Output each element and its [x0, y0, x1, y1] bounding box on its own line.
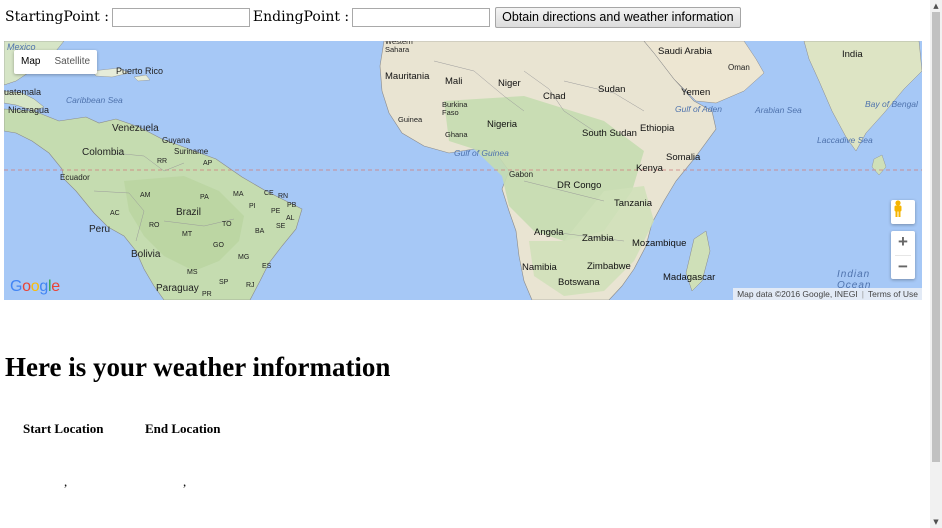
map-label-angola: Angola [534, 227, 564, 238]
map-label-suriname: Suriname [174, 147, 209, 156]
end-location-header: End Location [145, 421, 221, 436]
map-label-pe-state: PE [271, 208, 281, 215]
map-label-pb: PB [287, 202, 297, 209]
map-label-al: AL [286, 215, 295, 222]
map-label-brazil: Brazil [176, 207, 202, 218]
map-label-pr: PR [202, 291, 212, 298]
map-label-chad: Chad [543, 91, 566, 102]
end-location-value: , [183, 474, 187, 489]
scroll-down-arrow-icon[interactable]: ▼ [930, 516, 942, 528]
map-label-ac: AC [110, 210, 120, 217]
directions-form: StartingPoint : EndingPoint : Obtain dir… [5, 6, 741, 28]
scrollbar-thumb[interactable] [932, 12, 940, 462]
map-label-gulf-of-guinea: Gulf of Guinea [454, 148, 509, 158]
map-label-sudan: Sudan [598, 84, 626, 95]
vertical-scrollbar[interactable]: ▲ ▼ [930, 0, 942, 528]
starting-point-input[interactable] [111, 7, 250, 27]
map-label-rr: RR [157, 158, 168, 165]
map-label-rj: RJ [246, 282, 255, 289]
map-label-kenya: Kenya [636, 163, 663, 174]
map-label-gabon: Gabon [509, 170, 534, 179]
map-label-to: TO [222, 221, 232, 228]
map-label-colombia: Colombia [82, 147, 125, 158]
map-type-satellite-button[interactable]: Satellite [47, 50, 97, 74]
google-logo[interactable]: Google [10, 278, 60, 296]
map-label-pa: PA [200, 194, 209, 201]
map-label-bay-of-bengal: Bay of Bengal [865, 99, 918, 109]
map-label-yemen: Yemen [681, 87, 711, 98]
map-label-go: GO [213, 242, 224, 249]
map-label-guatemala: uatemala [4, 87, 42, 97]
map-label-ro: RO [149, 222, 160, 229]
street-view-pegman[interactable] [891, 200, 915, 224]
terms-of-use-link[interactable]: Terms of Use [868, 288, 918, 300]
map-label-laccadive-sea: Laccadive Sea [817, 135, 873, 145]
map-label-namibia: Namibia [522, 262, 557, 273]
map-label-nicaragua: Nicaragua [8, 105, 50, 115]
map-label-venezuela: Venezuela [112, 123, 159, 134]
map-label-ecuador: Ecuador [60, 173, 90, 182]
map-label-burkina-faso: Burkina Faso [442, 100, 468, 117]
map-label-guinea: Guinea [398, 115, 423, 124]
google-map[interactable]: Mexico Puerto Rico uatemala Caribbean Se… [4, 41, 922, 300]
zoom-out-button[interactable]: − [891, 256, 915, 280]
zoom-in-button[interactable]: + [891, 231, 915, 255]
map-label-guyana: Guyana [162, 136, 191, 145]
ending-point-label: EndingPoint : [252, 9, 350, 25]
obtain-directions-button[interactable]: Obtain directions and weather informatio… [495, 6, 741, 28]
map-label-oman: Oman [728, 63, 750, 72]
map-label-somalia: Somalia [666, 152, 701, 163]
map-label-mozambique: Mozambique [632, 238, 687, 249]
map-label-nigeria: Nigeria [487, 119, 518, 130]
map-label-ce: CE [264, 190, 274, 197]
map-label-south-sudan: South Sudan [582, 128, 637, 139]
map-label-arabian-sea: Arabian Sea [755, 105, 802, 115]
map-label-ethiopia: Ethiopia [640, 123, 675, 134]
map-label-paraguay: Paraguay [156, 283, 199, 294]
map-label-se: SE [276, 223, 286, 230]
map-type-control: Map Satellite [14, 50, 98, 74]
map-label-dr-congo: DR Congo [557, 180, 602, 191]
map-label-mauritania: Mauritania [385, 71, 430, 82]
weather-heading: Here is your weather information [5, 352, 391, 382]
map-label-niger: Niger [498, 78, 521, 89]
map-label-pi: PI [249, 203, 256, 210]
map-label-zimbabwe: Zimbabwe [587, 261, 631, 272]
map-label-ma: MA [233, 191, 244, 198]
map-data-attribution: Map data ©2016 Google, INEGI [737, 289, 858, 299]
map-label-am: AM [140, 192, 151, 199]
map-label-ap: AP [203, 160, 213, 167]
map-label-es: ES [262, 263, 272, 270]
map-label-mg: MG [238, 254, 250, 261]
starting-point-label: StartingPoint : [5, 9, 109, 25]
map-label-mt: MT [182, 231, 193, 238]
scroll-up-arrow-icon[interactable]: ▲ [930, 0, 942, 12]
pegman-icon [894, 200, 902, 217]
map-label-ghana: Ghana [445, 130, 468, 139]
map-type-map-button[interactable]: Map [14, 50, 47, 74]
map-label-peru: Peru [89, 224, 111, 235]
map-attribution: Map data ©2016 Google, INEGI | Terms of … [733, 288, 922, 300]
map-label-ba: BA [255, 228, 265, 235]
map-label-zambia: Zambia [582, 233, 614, 244]
map-label-india: India [842, 49, 863, 60]
start-location-value: , [64, 474, 68, 489]
map-label-rn: RN [278, 193, 289, 200]
map-label-ms: MS [187, 269, 198, 276]
map-label-tanzania: Tanzania [614, 198, 653, 209]
map-label-saudi-arabia: Saudi Arabia [658, 46, 712, 57]
map-label-botswana: Botswana [558, 277, 600, 288]
map-label-mali: Mali [445, 76, 463, 87]
ending-point-input[interactable] [352, 7, 491, 27]
map-label-caribbean-sea: Caribbean Sea [66, 95, 123, 105]
start-location-header: Start Location [23, 421, 104, 436]
map-label-western-sahara: Western Sahara [385, 41, 413, 54]
map-label-puerto-rico: Puerto Rico [116, 66, 164, 76]
map-label-bolivia: Bolivia [131, 249, 161, 260]
map-label-madagascar: Madagascar [663, 272, 716, 283]
map-label-gulf-of-aden: Gulf of Aden [675, 104, 722, 114]
map-label-sp: SP [219, 279, 229, 286]
zoom-control: + − [891, 231, 915, 279]
map-terrain [4, 41, 922, 300]
